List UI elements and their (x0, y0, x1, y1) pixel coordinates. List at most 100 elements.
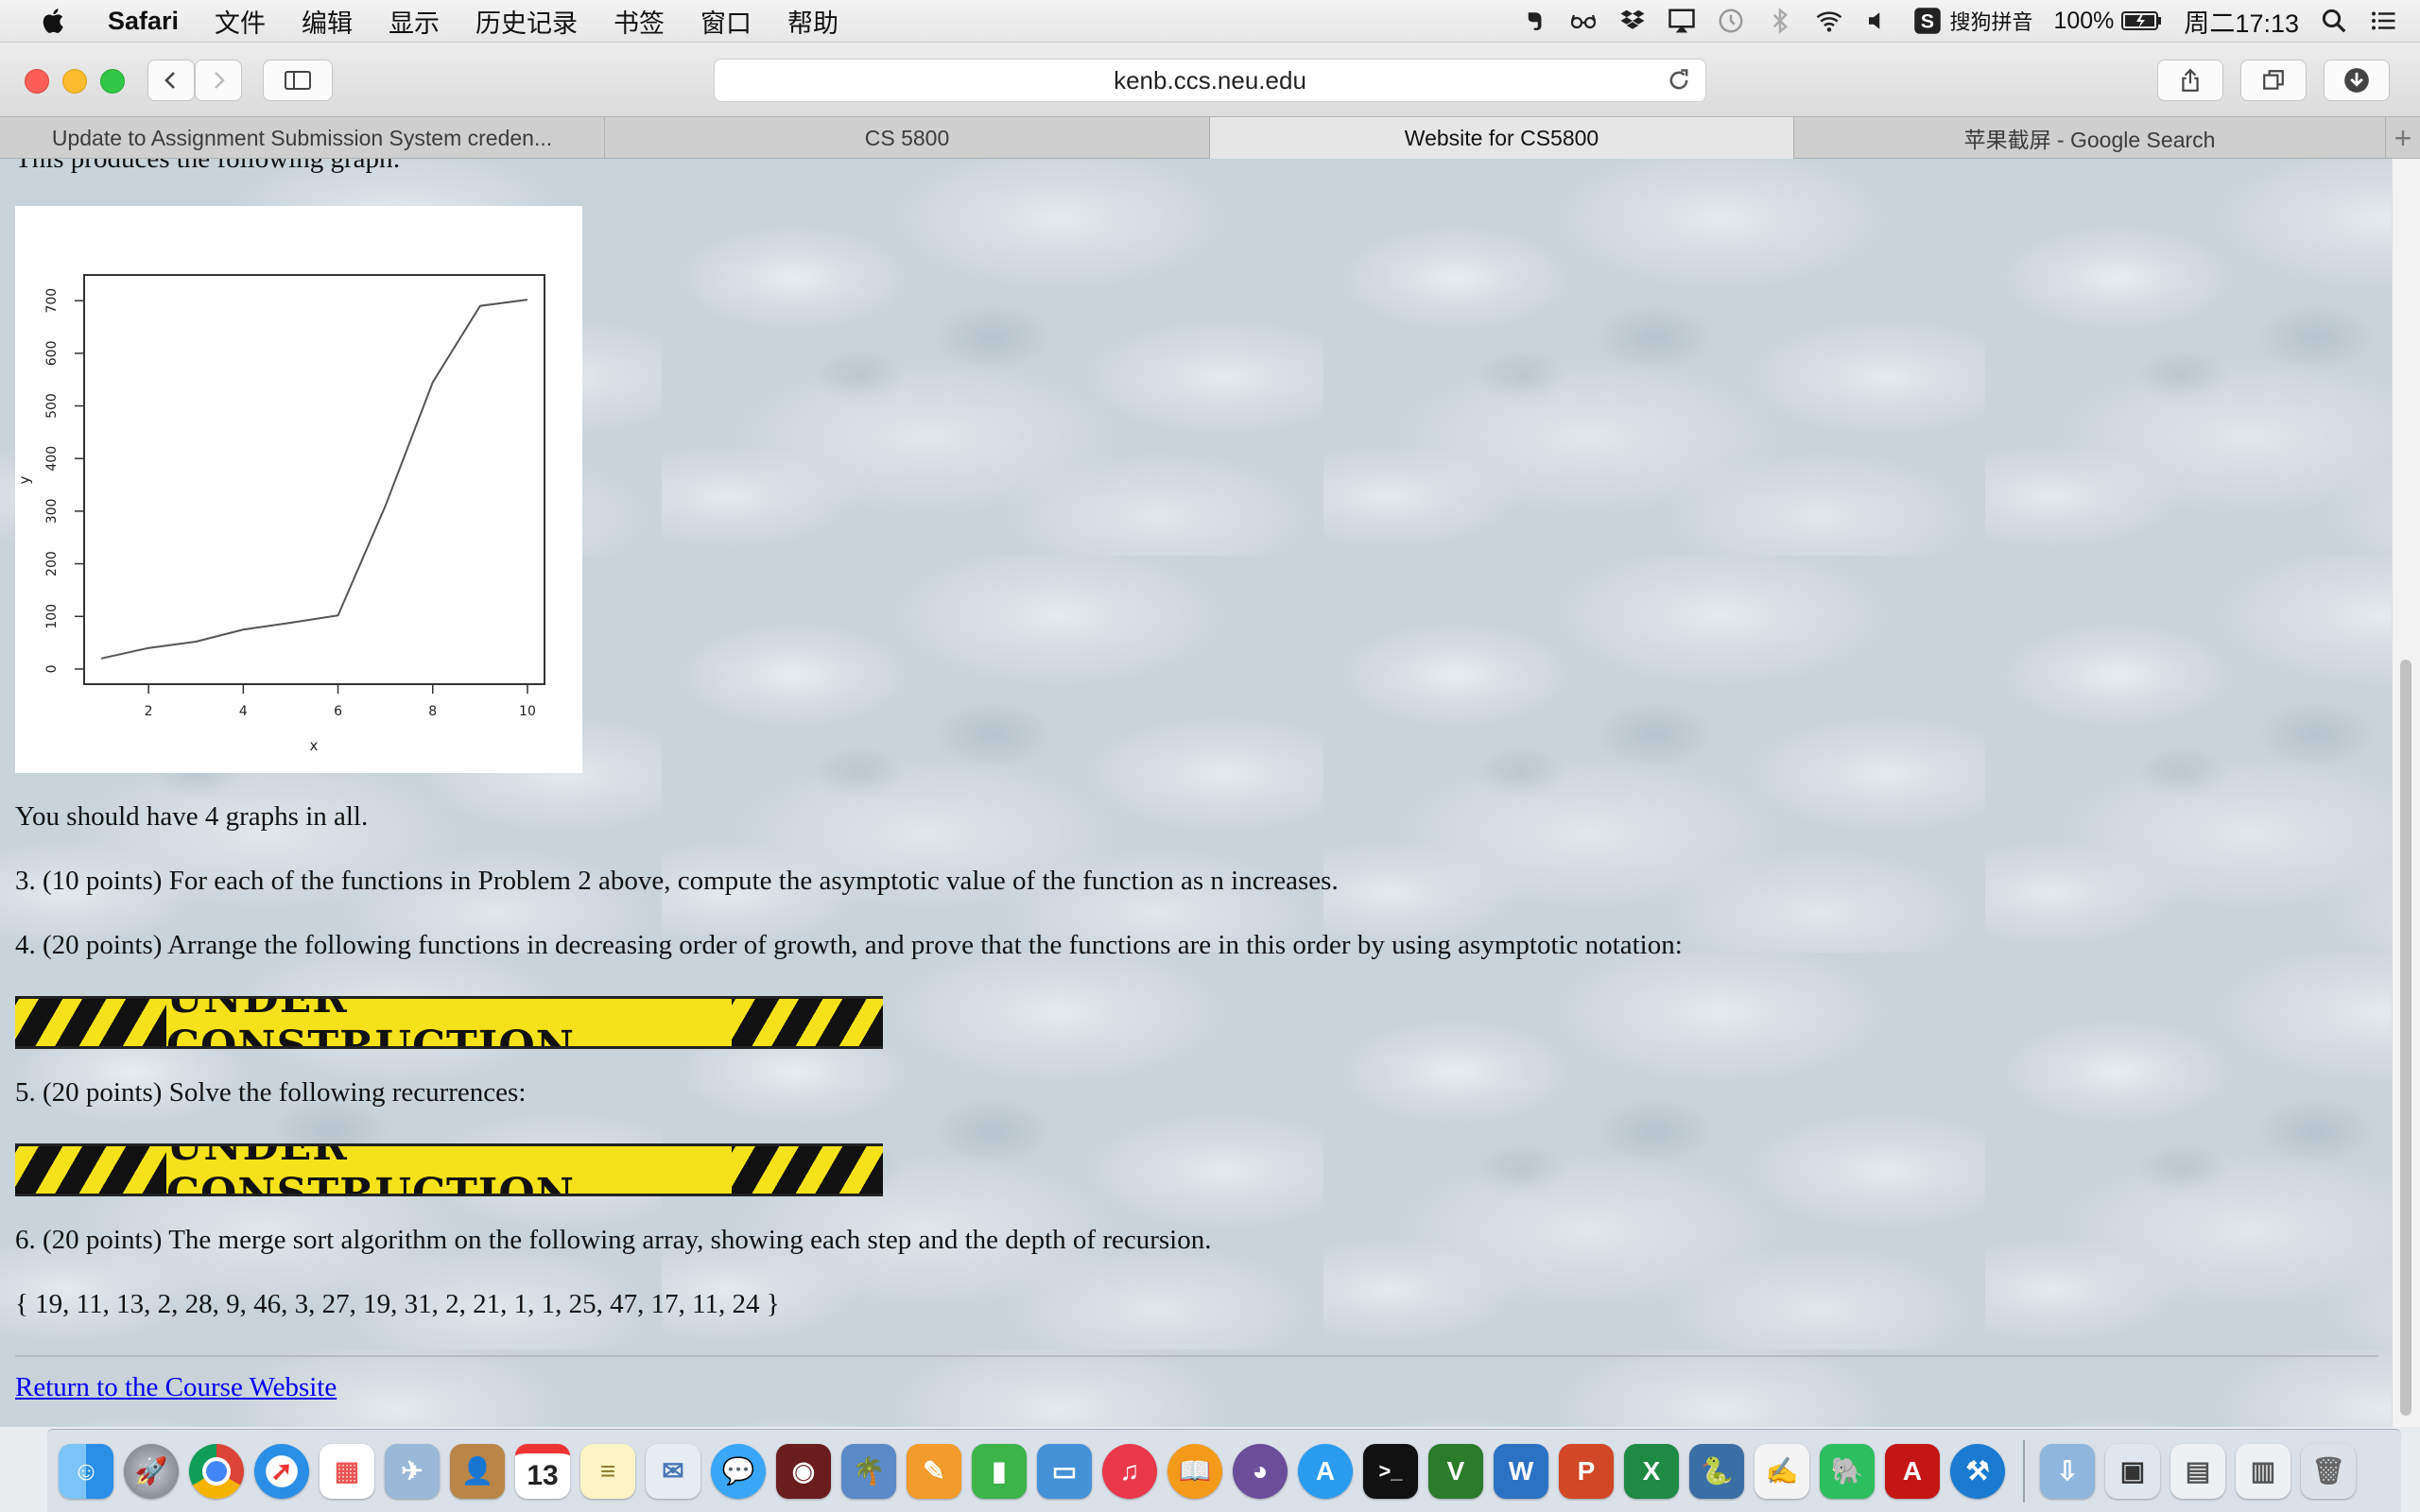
pages-icon[interactable]: ✎ (907, 1443, 961, 1499)
wifi-icon[interactable] (1815, 7, 1843, 35)
word-icon[interactable]: W (1494, 1443, 1548, 1499)
new-tab-button[interactable]: + (2386, 117, 2420, 159)
airplay-icon[interactable] (1668, 7, 1696, 35)
y-tick-label: 300 (44, 499, 60, 524)
iphoto-icon[interactable]: 🌴 (841, 1443, 896, 1499)
numbers-icon[interactable]: ▮ (972, 1443, 1027, 1499)
y-tick-label: 600 (44, 340, 60, 366)
menu-bookmarks[interactable]: 书签 (614, 3, 665, 40)
contacts-icon[interactable]: 👤 (450, 1443, 505, 1499)
sogou-icon[interactable]: S (1913, 7, 1942, 35)
screenshot-icon[interactable]: ▣ (2105, 1443, 2160, 1499)
menu-file[interactable]: 文件 (215, 3, 266, 40)
chevron-left-icon (164, 72, 175, 89)
share-icon (2182, 68, 2199, 92)
hazard-stripes-right (732, 1146, 883, 1194)
app-store-icon[interactable]: A (1298, 1443, 1353, 1499)
messages-icon[interactable]: 💬 (711, 1443, 766, 1499)
hazard-stripes-right (732, 999, 883, 1046)
excel-icon[interactable]: X (1624, 1443, 1679, 1499)
clock[interactable]: 周二17:13 (2184, 3, 2299, 40)
x-tick-label: 8 (428, 704, 437, 719)
itunes-icon[interactable]: ♫ (1102, 1443, 1157, 1499)
problem-5-text: 5. (20 points) Solve the following recur… (15, 1077, 527, 1108)
apple-logo-icon[interactable] (38, 5, 70, 37)
time-machine-icon[interactable] (1717, 7, 1745, 35)
finder-icon[interactable]: ☺ (59, 1443, 113, 1499)
close-window-button[interactable] (25, 69, 49, 94)
menu-history[interactable]: 历史记录 (475, 3, 578, 40)
x-tick-label: 4 (239, 704, 248, 719)
return-to-course-website-link[interactable]: Return to the Course Website (15, 1372, 337, 1402)
chrome-icon[interactable] (189, 1443, 244, 1499)
ibooks-icon[interactable]: 📖 (1167, 1443, 1222, 1499)
evernote-icon[interactable]: 🐘 (1820, 1443, 1875, 1499)
y-tick-label: 500 (44, 393, 60, 419)
vim-icon[interactable]: V (1428, 1443, 1483, 1499)
preview-icon[interactable]: ✈ (385, 1443, 440, 1499)
keynote-icon[interactable]: ▭ (1037, 1443, 1092, 1499)
grid-icon[interactable]: ▦ (320, 1443, 374, 1499)
github-icon[interactable]: ◕ (1233, 1443, 1288, 1499)
status-menus: S 搜狗拼音 100% 周二17:13 (1499, 0, 2397, 42)
tab-overview-button[interactable] (2240, 60, 2307, 101)
share-button[interactable] (2157, 60, 2223, 101)
window-icon[interactable]: ▤ (2170, 1443, 2225, 1499)
textedit-icon[interactable]: ✍ (1754, 1443, 1809, 1499)
menu-edit[interactable]: 编辑 (302, 3, 353, 40)
downloads-button[interactable] (2324, 60, 2390, 101)
banner-label: UNDER CONSTRUCTION (166, 996, 575, 1049)
merge-sort-array: { 19, 11, 13, 2, 28, 9, 46, 3, 27, 19, 3… (15, 1289, 780, 1319)
back-button[interactable] (147, 60, 195, 101)
forward-button[interactable] (195, 60, 242, 101)
address-bar[interactable]: kenb.ccs.neu.edu (714, 59, 1706, 102)
acrobat-icon[interactable]: A (1885, 1443, 1940, 1499)
menu-view[interactable]: 显示 (389, 3, 440, 40)
launchpad-icon[interactable]: 🚀 (124, 1443, 179, 1499)
input-method-label[interactable]: 搜狗拼音 (1949, 6, 2032, 36)
sidebar-toggle-button[interactable] (263, 60, 333, 101)
scrollbar-thumb[interactable] (2400, 660, 2411, 1416)
python-icon[interactable]: 🐍 (1689, 1443, 1744, 1499)
horizontal-rule (15, 1355, 2378, 1357)
powerpoint-icon[interactable]: P (1559, 1443, 1614, 1499)
dock: ☺ 🚀 ➚ ▦ ✈ 👤 13 ≡ ✉ 💬 ◉ 🌴 ✎ ▮ ▭ ♫ 📖 ◕ A >… (47, 1429, 2401, 1512)
terminal-icon[interactable]: >_ (1363, 1443, 1418, 1499)
minimize-window-button[interactable] (62, 69, 87, 94)
bluetooth-icon[interactable] (1766, 7, 1794, 35)
tab-assignment-submission[interactable]: Update to Assignment Submission System c… (0, 117, 605, 159)
reload-icon[interactable] (1666, 67, 1692, 94)
series-line (100, 299, 528, 660)
calendar-icon[interactable]: 13 (515, 1443, 570, 1499)
dropbox-icon[interactable] (1618, 7, 1647, 35)
battery-icon[interactable] (2121, 9, 2163, 32)
menu-app-name[interactable]: Safari (108, 7, 179, 36)
window2-icon[interactable]: ▥ (2236, 1443, 2290, 1499)
xcode-icon[interactable]: ⚒ (1950, 1443, 2005, 1499)
spotlight-search-icon[interactable] (2320, 7, 2348, 35)
volume-icon[interactable] (1864, 7, 1893, 35)
glasses-icon[interactable] (1569, 7, 1598, 35)
notification-center-icon[interactable] (2369, 7, 2397, 35)
x-tick-label: 6 (334, 704, 342, 719)
zoom-window-button[interactable] (100, 69, 125, 94)
under-construction-banner: UNDER CONSTRUCTION (15, 1143, 883, 1196)
menu-window[interactable]: 窗口 (700, 3, 752, 40)
y-axis: 0 100 200 300 400 500 600 700 (44, 288, 84, 673)
mail-icon[interactable]: ✉ (646, 1443, 700, 1499)
tab-website-cs5800[interactable]: Website for CS5800 (1210, 117, 1794, 159)
downloads-folder-icon[interactable]: ⇩ (2040, 1443, 2095, 1499)
vertical-scrollbar[interactable] (2392, 159, 2420, 1427)
photo-booth-icon[interactable]: ◉ (776, 1443, 831, 1499)
notes-icon[interactable]: ≡ (580, 1443, 635, 1499)
trash-icon[interactable]: 🗑 (2301, 1443, 2356, 1499)
tab-google-search[interactable]: 苹果截屏 - Google Search (1794, 117, 2386, 159)
x-tick-label: 2 (145, 704, 153, 719)
y-tick-label: 400 (44, 446, 60, 472)
tabs-icon (2263, 70, 2284, 90)
graph-image: 2 4 6 8 10 0 100 200 300 400 500 600 700 x y (15, 206, 582, 773)
menu-help[interactable]: 帮助 (787, 3, 838, 40)
evernote-status-icon[interactable] (1520, 7, 1548, 35)
tab-cs5800[interactable]: CS 5800 (605, 117, 1210, 159)
safari-icon[interactable]: ➚ (254, 1443, 309, 1499)
